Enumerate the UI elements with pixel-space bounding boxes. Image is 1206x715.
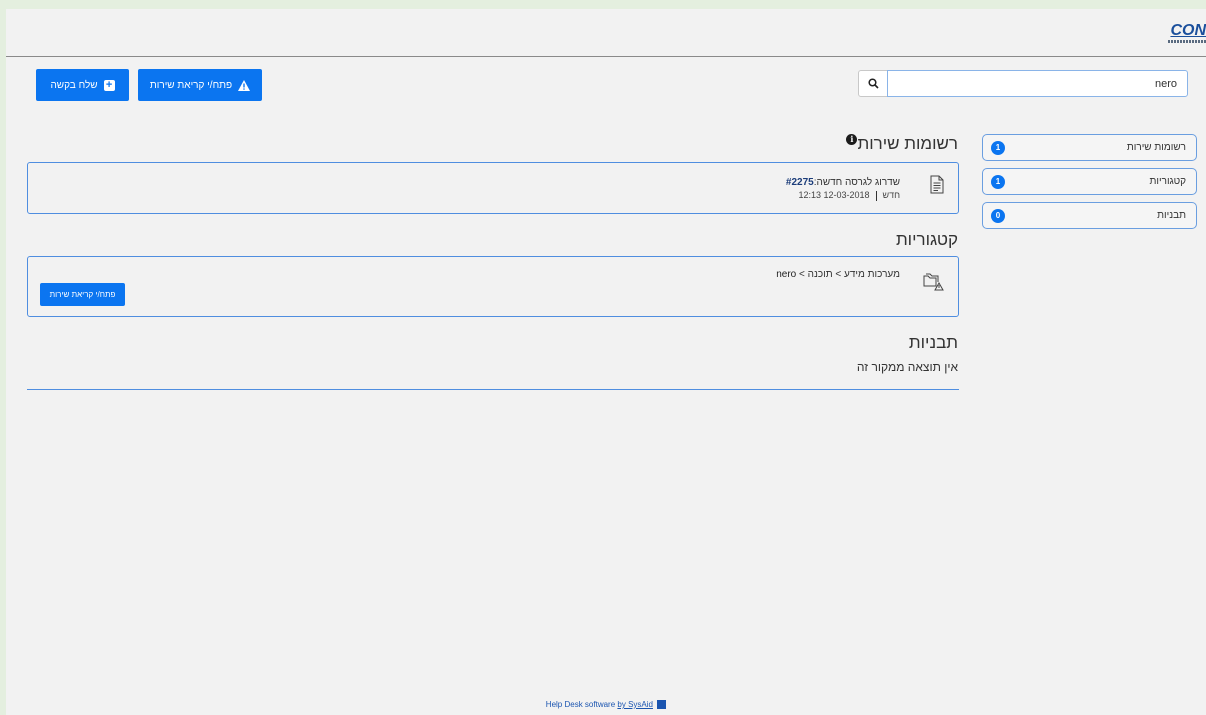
ticket-meta: חדש 12:13 12-03-2018 <box>798 190 900 201</box>
sidebar-item-templates[interactable]: 0 תבניות <box>982 202 1197 229</box>
category-path-prefix: מערכות מידע > תוכנה > <box>796 269 900 280</box>
sidebar-item-label: תבניות <box>1157 210 1186 221</box>
open-ticket-button[interactable]: פתח/י קריאת שירות <box>138 69 262 101</box>
sidebar-item-service-records[interactable]: 1 רשומות שירות <box>982 134 1197 161</box>
category-path[interactable]: מערכות מידע > תוכנה > nero <box>776 269 900 280</box>
ticket-title[interactable]: שדרוג לגרסה חדשה:#2275 <box>786 177 900 188</box>
sysaid-link[interactable]: by SysAid <box>617 700 653 709</box>
company-logo[interactable]: CON <box>1170 22 1206 40</box>
sysaid-logo-icon <box>657 700 667 710</box>
search-icon <box>867 78 879 89</box>
open-ticket-label: פתח/י קריאת שירות <box>149 79 233 91</box>
send-request-label: שלח בקשה <box>50 79 98 91</box>
ticket-card[interactable]: שדרוג לגרסה חדשה:#2275 חדש 12:13 12-03-20… <box>27 162 959 214</box>
ticket-status: חדש <box>882 190 900 200</box>
plus-icon: + <box>103 79 115 91</box>
categories-title: קטגוריות <box>895 230 958 249</box>
no-results-message: אין תוצאה ממקור זה <box>856 360 958 374</box>
category-card: מערכות מידע > תוכנה > nero פתח/י קריאת ש… <box>27 256 959 317</box>
divider <box>875 190 877 201</box>
count-badge: 1 <box>991 140 1005 155</box>
search-bar <box>858 70 1188 97</box>
templates-title: תבניות <box>908 333 958 352</box>
count-badge: 1 <box>991 174 1005 189</box>
logo-tagline <box>1168 40 1206 43</box>
header: CON <box>6 9 1206 57</box>
sidebar-item-categories[interactable]: 1 קטגוריות <box>982 168 1197 195</box>
page: CON פתח/י קריאת שירות + שלח בקשה 1 רשומו… <box>6 9 1206 715</box>
count-badge: 0 <box>991 208 1005 223</box>
warning-icon <box>238 79 251 91</box>
sidebar-item-label: קטגוריות <box>1149 176 1187 187</box>
section-divider <box>27 389 959 390</box>
sidebar-item-label: רשומות שירות <box>1126 142 1186 153</box>
send-request-button[interactable]: + שלח בקשה <box>36 69 129 101</box>
category-path-keyword: nero <box>776 269 797 280</box>
search-input[interactable] <box>887 70 1188 97</box>
service-records-title: רשומות שירותi <box>846 134 958 154</box>
ticket-subject: שדרוג לגרסה חדשה <box>816 177 901 188</box>
folder-icon <box>923 273 944 291</box>
open-ticket-category-button[interactable]: פתח/י קריאת שירות <box>40 283 125 306</box>
ticket-datetime: 12:13 12-03-2018 <box>798 190 870 200</box>
ticket-number: #2275 <box>785 177 814 188</box>
document-icon <box>930 175 944 194</box>
service-records-title-text: רשומות שירות <box>857 134 958 153</box>
info-icon[interactable]: i <box>846 134 858 146</box>
search-button[interactable] <box>858 70 888 97</box>
footer: Help Desk software by SysAid <box>6 700 1206 710</box>
footer-text: Help Desk software <box>545 700 618 709</box>
